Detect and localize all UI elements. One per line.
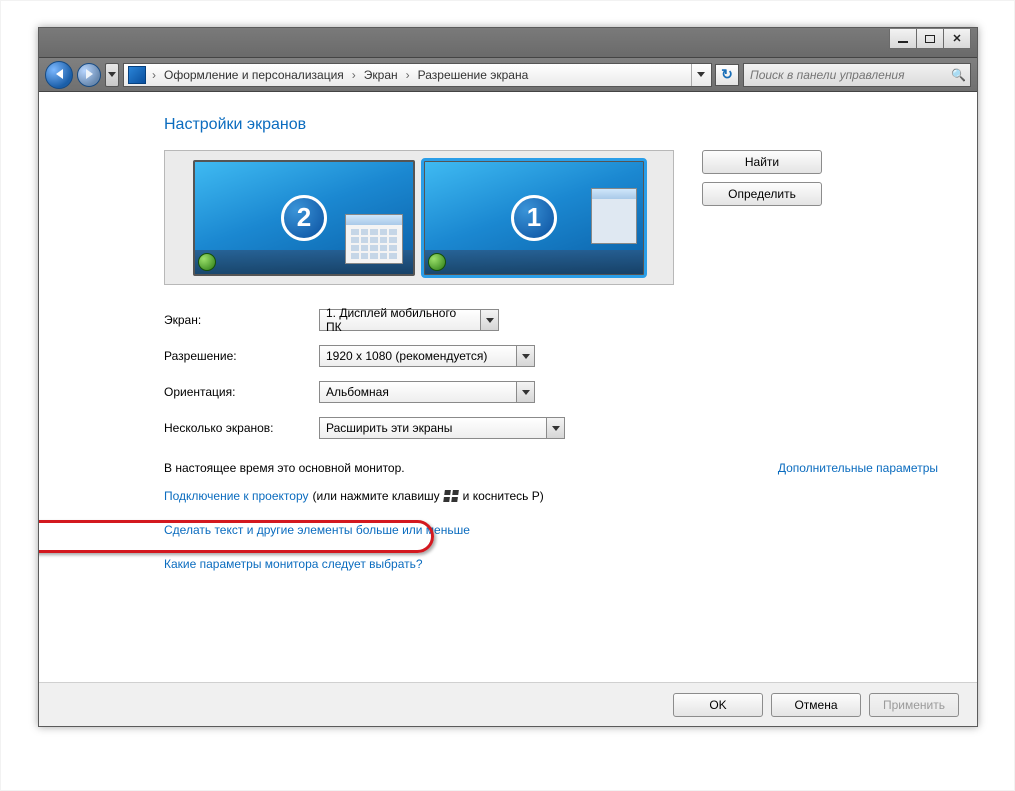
dropdown-button[interactable] [480, 310, 498, 330]
chevron-down-icon [486, 318, 494, 323]
chevron-down-icon [522, 354, 530, 359]
monitor-number: 2 [281, 195, 327, 241]
chevron-down-icon [697, 72, 705, 77]
projector-text-2: и коснитесь P) [463, 489, 544, 503]
minimize-button[interactable] [889, 29, 917, 49]
apply-button[interactable]: Применить [869, 693, 959, 717]
which-settings-link[interactable]: Какие параметры монитора следует выбрать… [164, 557, 977, 571]
window: ✕ › Оформление и персонализация › Экран … [38, 27, 978, 727]
windows-key-icon [444, 490, 459, 503]
forward-button[interactable] [77, 63, 101, 87]
monitor-taskbar [425, 250, 643, 274]
identify-button[interactable]: Определить [702, 182, 822, 206]
start-icon [428, 253, 446, 271]
maximize-icon [925, 35, 935, 43]
projector-line: Подключение к проектору (или нажмите кла… [164, 489, 977, 503]
primary-monitor-note: В настоящее время это основной монитор. [164, 461, 405, 475]
chevron-down-icon [522, 390, 530, 395]
page-title: Настройки экранов [164, 116, 977, 134]
resolution-select[interactable]: 1920 x 1080 (рекомендуется) [319, 345, 535, 367]
breadcrumb-item[interactable]: Экран [358, 64, 404, 86]
orientation-value: Альбомная [320, 385, 516, 399]
window-icon [345, 214, 403, 264]
content-area: Настройки экранов 2 1 [39, 92, 977, 682]
dropdown-button[interactable] [516, 346, 534, 366]
breadcrumb-dropdown[interactable] [691, 64, 709, 86]
close-button[interactable]: ✕ [943, 29, 971, 49]
back-button[interactable] [45, 61, 73, 89]
titlebar: ✕ [39, 28, 977, 58]
arrow-left-icon [56, 68, 63, 82]
history-dropdown[interactable] [105, 63, 119, 87]
ok-button[interactable]: OK [673, 693, 763, 717]
display-value: 1. Дисплей мобильного ПК [320, 306, 480, 334]
detect-button[interactable]: Найти [702, 150, 822, 174]
breadcrumb-item[interactable]: Разрешение экрана [412, 64, 535, 86]
chevron-down-icon [552, 426, 560, 431]
cancel-button[interactable]: Отмена [771, 693, 861, 717]
monitor-number: 1 [511, 195, 557, 241]
breadcrumb[interactable]: › Оформление и персонализация › Экран › … [123, 63, 712, 87]
projector-link[interactable]: Подключение к проектору [164, 489, 309, 503]
dropdown-button[interactable] [516, 382, 534, 402]
refresh-button[interactable]: ↻ [715, 64, 739, 86]
resolution-value: 1920 x 1080 (рекомендуется) [320, 349, 516, 363]
multiple-displays-value: Расширить эти экраны [320, 421, 546, 435]
window-icon [591, 188, 637, 244]
search-box[interactable]: 🔍 [743, 63, 971, 87]
minimize-icon [898, 41, 908, 43]
start-icon [198, 253, 216, 271]
maximize-button[interactable] [916, 29, 944, 49]
advanced-settings-link[interactable]: Дополнительные параметры [778, 461, 938, 475]
display-label: Экран: [164, 313, 319, 327]
projector-text-1: (или нажмите клавишу [313, 489, 440, 503]
monitor-2[interactable]: 2 [193, 160, 415, 276]
dropdown-button[interactable] [546, 418, 564, 438]
monitor-1[interactable]: 1 [423, 160, 645, 276]
breadcrumb-sep: › [350, 68, 358, 82]
arrow-right-icon [86, 68, 93, 82]
search-input[interactable] [748, 67, 947, 83]
orientation-select[interactable]: Альбомная [319, 381, 535, 403]
dialog-button-bar: OK Отмена Применить [39, 682, 977, 726]
breadcrumb-item[interactable]: Оформление и персонализация [158, 64, 350, 86]
control-panel-icon [128, 66, 146, 84]
chevron-down-icon [108, 72, 116, 77]
navigation-bar: › Оформление и персонализация › Экран › … [39, 58, 977, 92]
refresh-icon: ↻ [721, 66, 733, 83]
display-preview[interactable]: 2 1 [164, 150, 674, 285]
breadcrumb-sep: › [150, 68, 158, 82]
resize-text-link[interactable]: Сделать текст и другие элементы больше и… [164, 523, 470, 537]
close-icon: ✕ [952, 32, 961, 45]
multiple-displays-label: Несколько экранов: [164, 421, 319, 435]
breadcrumb-sep: › [404, 68, 412, 82]
search-icon: 🔍 [951, 68, 966, 82]
resolution-label: Разрешение: [164, 349, 319, 363]
orientation-label: Ориентация: [164, 385, 319, 399]
display-select[interactable]: 1. Дисплей мобильного ПК [319, 309, 499, 331]
multiple-displays-select[interactable]: Расширить эти экраны [319, 417, 565, 439]
